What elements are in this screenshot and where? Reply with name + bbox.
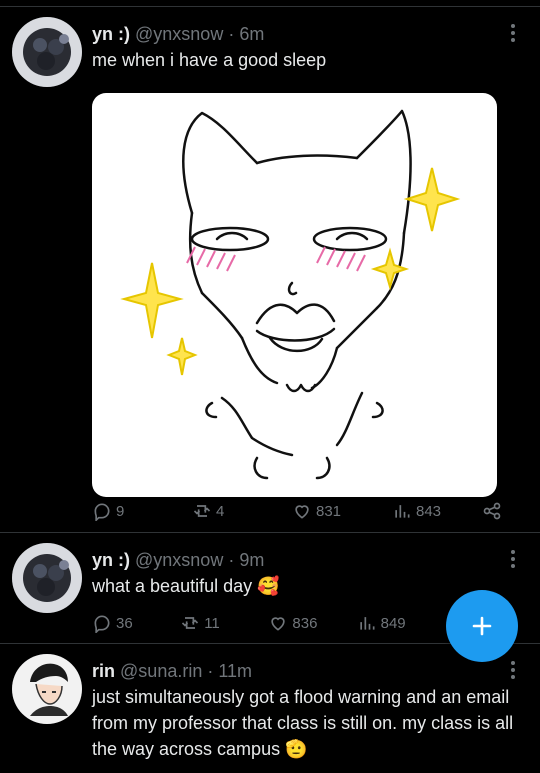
like-button[interactable]: 831 [292,501,392,521]
views-button[interactable]: 843 [392,501,482,521]
retweet-count: 4 [216,502,225,520]
more-icon[interactable] [510,549,516,569]
retweet-button[interactable]: 11 [180,613,268,633]
avatar[interactable] [12,654,82,724]
user-handle[interactable]: @ynxsnow [135,550,223,570]
reply-count: 9 [116,502,125,520]
reply-icon [94,615,110,633]
reply-count: 36 [116,614,133,632]
reply-icon [94,503,110,521]
avatar-image [12,543,82,613]
share-button[interactable] [482,501,502,521]
compose-button[interactable] [446,590,518,662]
like-icon [271,617,286,631]
timestamp[interactable]: 6m [239,24,264,44]
views-icon [359,617,375,630]
tweet-text: just simultaneously got a flood warning … [92,687,514,759]
views-count: 849 [380,614,406,632]
reply-button[interactable]: 36 [92,613,180,633]
separator-dot: · [228,24,235,44]
timestamp[interactable]: 9m [239,550,264,570]
separator-dot: · [228,550,235,570]
tweet-1[interactable]: yn :) @ynxsnow · 6m me when i have a goo… [0,7,540,533]
views-button[interactable]: 849 [357,613,436,633]
tweet-media[interactable] [92,93,497,497]
like-button[interactable]: 836 [268,613,356,633]
views-count: 843 [416,502,442,520]
user-handle[interactable]: @ynxsnow [135,24,223,44]
views-icon [395,505,410,518]
avatar-image [12,654,82,724]
user-handle[interactable]: @suna.rin [120,661,202,681]
retweet-icon [182,617,199,629]
tweet-header: yn :) @ynxsnow · 9m [92,550,264,571]
timestamp[interactable]: 11m [218,661,252,681]
display-name[interactable]: yn :) [92,550,130,570]
compose-icon [472,616,492,636]
share-icon [483,502,501,520]
reply-button[interactable]: 9 [92,501,192,521]
tweet-3[interactable]: rin @suna.rin · 11m just simultaneously … [0,644,540,773]
display-name[interactable]: rin [92,661,115,681]
retweet-icon [193,505,211,517]
avatar[interactable] [12,543,82,613]
avatar[interactable] [12,17,82,87]
top-divider [0,0,540,7]
display-name[interactable]: yn :) [92,24,130,44]
tweet-actions: 9 4 831 843 [92,500,516,522]
separator-dot: · [207,661,214,681]
like-icon [295,505,309,519]
cat-doodle-image [120,109,461,480]
avatar-image [12,17,82,87]
tweet-header: yn :) @ynxsnow · 6m [92,24,264,45]
retweet-count: 11 [204,614,220,632]
like-count: 836 [292,614,318,632]
more-icon[interactable] [510,23,516,43]
retweet-button[interactable]: 4 [192,501,292,521]
tweet-header: rin @suna.rin · 11m [92,661,252,682]
like-count: 831 [316,502,342,520]
more-icon[interactable] [510,660,516,680]
tweet-text: me when i have a good sleep [92,50,327,70]
tweet-actions: 36 11 836 849 [92,612,436,634]
